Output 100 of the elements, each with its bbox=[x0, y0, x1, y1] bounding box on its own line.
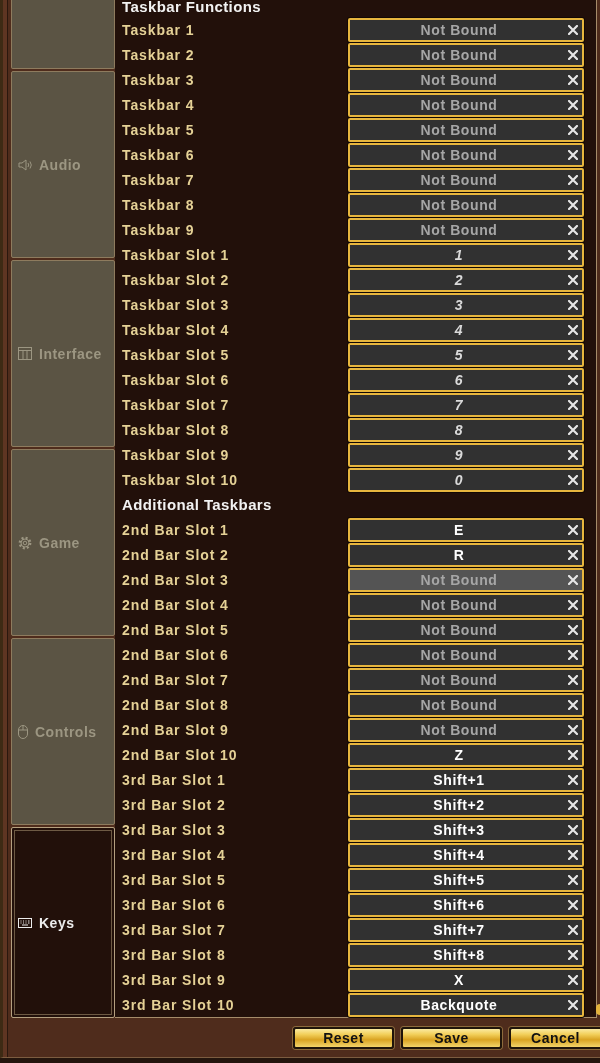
clear-button[interactable] bbox=[568, 799, 578, 810]
clear-button[interactable] bbox=[568, 649, 578, 660]
action-label: 3rd Bar Slot 5 bbox=[121, 871, 227, 888]
clear-button[interactable] bbox=[568, 274, 578, 285]
action-label: Taskbar 1 bbox=[121, 21, 196, 38]
clear-button[interactable] bbox=[568, 149, 578, 160]
close-icon bbox=[568, 824, 578, 835]
dialog-button[interactable]: Cancel bbox=[509, 1026, 600, 1049]
keybind-field[interactable]: Not Bound bbox=[348, 167, 584, 192]
keybind-field[interactable]: R bbox=[348, 542, 584, 567]
clear-button[interactable] bbox=[568, 999, 578, 1010]
keybind-field[interactable]: 9 bbox=[348, 442, 584, 467]
clear-button[interactable] bbox=[568, 324, 578, 335]
clear-button[interactable] bbox=[568, 74, 578, 85]
keybind-field[interactable]: Shift+8 bbox=[348, 942, 584, 967]
action-label: 2nd Bar Slot 4 bbox=[121, 596, 230, 613]
keybind-field[interactable]: Shift+7 bbox=[348, 917, 584, 942]
clear-button[interactable] bbox=[568, 99, 578, 110]
keybind-field[interactable]: 4 bbox=[348, 317, 584, 342]
clear-button[interactable] bbox=[568, 24, 578, 35]
clear-button[interactable] bbox=[568, 974, 578, 985]
clear-button[interactable] bbox=[568, 224, 578, 235]
clear-button[interactable] bbox=[568, 824, 578, 835]
keybind-field[interactable]: X bbox=[348, 967, 584, 992]
keybind-field[interactable]: 8 bbox=[348, 417, 584, 442]
keybind-field[interactable]: Backquote bbox=[348, 992, 584, 1017]
close-icon bbox=[568, 999, 578, 1010]
clear-button[interactable] bbox=[568, 399, 578, 410]
close-icon bbox=[568, 649, 578, 660]
action-label: 2nd Bar Slot 7 bbox=[121, 671, 230, 688]
clear-button[interactable] bbox=[568, 724, 578, 735]
keybind-field[interactable]: Not Bound bbox=[348, 17, 584, 42]
dialog-button[interactable]: Reset bbox=[293, 1026, 394, 1049]
clear-button[interactable] bbox=[568, 474, 578, 485]
keybind-field[interactable]: Not Bound bbox=[348, 642, 584, 667]
keybind-field[interactable]: Not Bound bbox=[348, 717, 584, 742]
keybind-field[interactable]: 1 bbox=[348, 242, 584, 267]
scroll-thumb[interactable] bbox=[596, 1004, 600, 1015]
keybind-field[interactable]: 3 bbox=[348, 292, 584, 317]
keybind-field[interactable]: Not Bound bbox=[348, 67, 584, 92]
clear-button[interactable] bbox=[568, 949, 578, 960]
clear-button[interactable] bbox=[568, 424, 578, 435]
action-label: 3rd Bar Slot 7 bbox=[121, 921, 227, 938]
keybind-field[interactable]: 7 bbox=[348, 392, 584, 417]
clear-button[interactable] bbox=[568, 624, 578, 635]
clear-button[interactable] bbox=[568, 749, 578, 760]
keybind-field[interactable]: Not Bound bbox=[348, 667, 584, 692]
clear-button[interactable] bbox=[568, 874, 578, 885]
close-icon bbox=[568, 749, 578, 760]
keybind-field[interactable]: Not Bound bbox=[348, 692, 584, 717]
clear-button[interactable] bbox=[568, 449, 578, 460]
keybind-field[interactable]: E bbox=[348, 517, 584, 542]
clear-button[interactable] bbox=[568, 249, 578, 260]
keybind-field[interactable]: Not Bound bbox=[348, 617, 584, 642]
clear-button[interactable] bbox=[568, 924, 578, 935]
clear-button[interactable] bbox=[568, 549, 578, 560]
close-icon bbox=[568, 99, 578, 110]
keybind-field[interactable]: Shift+6 bbox=[348, 892, 584, 917]
clear-button[interactable] bbox=[568, 174, 578, 185]
clear-button[interactable] bbox=[568, 674, 578, 685]
keybind-field[interactable]: Not Bound bbox=[348, 192, 584, 217]
action-label: Taskbar 8 bbox=[121, 196, 196, 213]
keybind-field[interactable]: Not Bound bbox=[348, 117, 584, 142]
clear-button[interactable] bbox=[568, 599, 578, 610]
clear-button[interactable] bbox=[568, 374, 578, 385]
keybind-field[interactable]: Not Bound bbox=[348, 592, 584, 617]
clear-button[interactable] bbox=[568, 699, 578, 710]
clear-button[interactable] bbox=[568, 574, 578, 585]
clear-button[interactable] bbox=[568, 199, 578, 210]
keybind-field[interactable]: 2 bbox=[348, 267, 584, 292]
dialog-button[interactable]: Save bbox=[401, 1026, 502, 1049]
clear-button[interactable] bbox=[568, 524, 578, 535]
keybind-field[interactable]: Shift+3 bbox=[348, 817, 584, 842]
keybind-field[interactable]: Z bbox=[348, 742, 584, 767]
sidebar-tab[interactable]: Keys bbox=[11, 827, 115, 1018]
section-heading: Taskbar Functions bbox=[121, 0, 263, 17]
clear-button[interactable] bbox=[568, 299, 578, 310]
clear-button[interactable] bbox=[568, 899, 578, 910]
keybind-field[interactable]: Not Bound bbox=[348, 92, 584, 117]
keybind-field[interactable]: 5 bbox=[348, 342, 584, 367]
keybind-field[interactable]: Shift+5 bbox=[348, 867, 584, 892]
keybind-field[interactable]: Not Bound bbox=[348, 142, 584, 167]
action-label: Taskbar Slot 4 bbox=[121, 321, 231, 338]
close-icon bbox=[568, 374, 578, 385]
keybind-field[interactable]: Not Bound bbox=[348, 217, 584, 242]
keybind-field[interactable]: Shift+4 bbox=[348, 842, 584, 867]
clear-button[interactable] bbox=[568, 774, 578, 785]
clear-button[interactable] bbox=[568, 49, 578, 60]
clear-button[interactable] bbox=[568, 124, 578, 135]
keybind-field[interactable]: Shift+1 bbox=[348, 767, 584, 792]
clear-button[interactable] bbox=[568, 349, 578, 360]
keybind-field[interactable]: 0 bbox=[348, 467, 584, 492]
keybind-field[interactable]: Not Bound bbox=[348, 42, 584, 67]
action-label: Taskbar Slot 10 bbox=[121, 471, 239, 488]
action-label: 3rd Bar Slot 6 bbox=[121, 896, 227, 913]
keybind-field[interactable]: Shift+2 bbox=[348, 792, 584, 817]
keybind-field[interactable]: 6 bbox=[348, 367, 584, 392]
action-label: Taskbar Slot 8 bbox=[121, 421, 231, 438]
clear-button[interactable] bbox=[568, 849, 578, 860]
action-label: Taskbar Slot 7 bbox=[121, 396, 231, 413]
